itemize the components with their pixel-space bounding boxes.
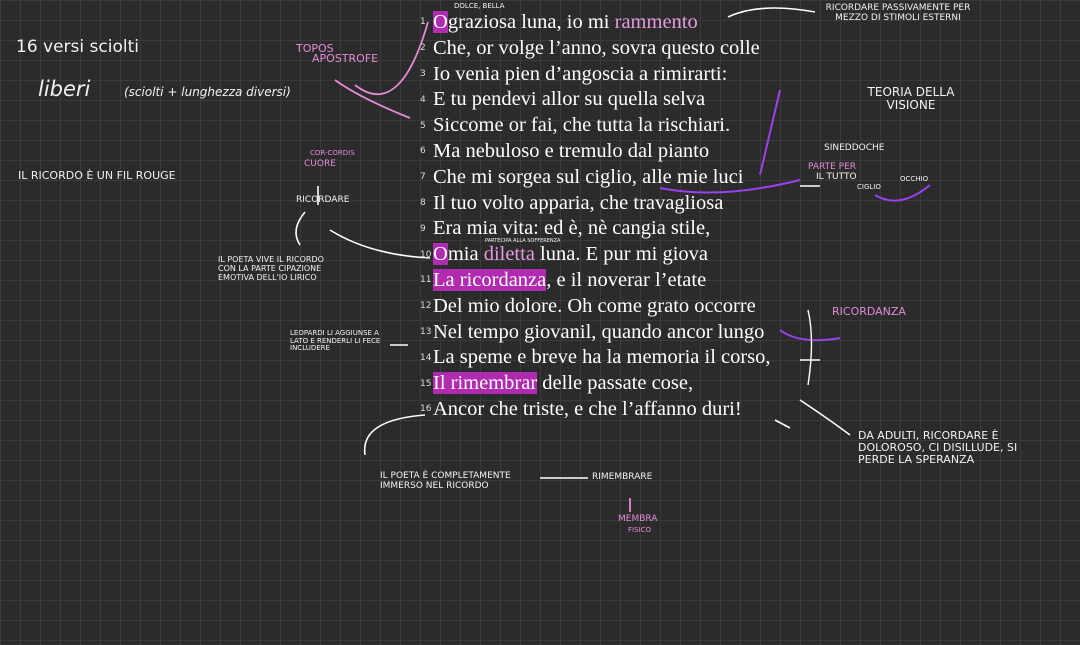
poem-line: 10Omia diletta luna. E pur mi giova [420, 242, 771, 268]
ciglio-note: CIGLIO [857, 183, 881, 191]
ricordare-note: RICORDARE [296, 195, 350, 205]
adulti-note: DA ADULTI, RICORDARE È DOLOROSO, CI DISI… [858, 429, 1018, 467]
poem-line: 6 Ma nebuloso e tremulo dal pianto [420, 139, 771, 165]
line-number: 5 [420, 120, 426, 131]
leopardi-note: LEOPARDI LI AGGIUNSE A LATO E RENDERLI L… [290, 329, 381, 353]
poem-text: 1 Ograziosa luna, io mi rammento 2 Che, or … [420, 10, 771, 423]
poem-line: 9 Era mia vita: ed è, nè cangia stile, [420, 216, 771, 242]
line-number: 14 [420, 352, 432, 363]
line-number: 6 [420, 146, 426, 157]
rimembrare-note: RIMEMBRARE [592, 472, 653, 482]
cor-cordis-note: COR-CORDIS [310, 149, 355, 157]
line-text: Il tuo volto apparia, che travagliosa [433, 191, 724, 214]
apostrofe-note: APOSTROFE [312, 52, 379, 65]
highlighted-text: O [433, 11, 448, 33]
poem-line: 4 E tu pendevi allor su quella selva [420, 87, 771, 113]
highlighted-text: La ricordanza [433, 268, 547, 291]
line-text: Io venia pien d’angoscia a rimirarti: [433, 62, 728, 85]
highlighted-text: diletta [483, 243, 535, 266]
line-text: graziosa luna, io mi [447, 11, 615, 33]
line-number: 10 [420, 249, 432, 260]
cuore-note: CUORE [304, 159, 336, 169]
line-text: Nel tempo giovanil, quando ancor lungo [433, 320, 765, 343]
line-number: 16 [420, 404, 432, 415]
occhio-note: OCCHIO [900, 175, 929, 183]
verse-count-note: 16 versi sciolti [16, 37, 139, 57]
highlighted-text: O [433, 243, 448, 266]
line-text: Ma nebuloso e tremulo dal pianto [433, 139, 710, 162]
poem-line: 12Del mio dolore. Oh come grato occorre [420, 294, 771, 320]
line-text: Siccome or fai, che tutta la rischiari. [433, 114, 731, 137]
line-number: 2 [420, 43, 426, 54]
ricordanza-note: RICORDANZA [832, 305, 906, 318]
poem-line: 16Ancor che triste, e che l’affanno duri… [420, 397, 771, 423]
liberi-note: liberi [38, 77, 91, 101]
membra-note: MEMBRA [618, 514, 658, 524]
line-number: 9 [420, 223, 426, 234]
poem-line: 11La ricordanza, e il noverar l’etate [420, 268, 771, 294]
line-number: 8 [420, 197, 426, 208]
line-text: La speme e breve ha la memoria il corso, [433, 346, 771, 369]
poem-line: 14La speme e breve ha la memoria il cors… [420, 345, 771, 371]
poem-line: 5 Siccome or fai, che tutta la rischiari. [420, 113, 771, 139]
line-text: Ancor che triste, e che l’affanno duri! [433, 397, 742, 420]
line-number: 15 [420, 378, 432, 389]
liberi-explanation: (sciolti + lunghezza diversi) [124, 85, 291, 99]
line-text: , e il noverar l’etate [546, 268, 707, 291]
ricordare-passivamente-note: RICORDARE PASSIVAMENTE PER MEZZO DI STIM… [825, 3, 971, 23]
poem-line: 3 Io venia pien d’angoscia a rimirarti: [420, 62, 771, 88]
teoria-visione-note: TEORIA DELLA VISIONE [867, 85, 955, 113]
line-text: mia [447, 243, 484, 266]
line-number: 7 [420, 172, 426, 183]
fil-rouge-note: IL RICORDO È UN FIL ROUGE [18, 169, 176, 182]
line-text: delle passate cose, [537, 372, 694, 395]
line-number: 13 [420, 326, 432, 337]
poeta-immerso-note: IL POETA È COMPLETAMENTE IMMERSO NEL RIC… [380, 471, 511, 491]
poeta-vive-note: IL POETA VIVE IL RICORDO CON LA PARTE CI… [218, 255, 324, 282]
line-number: 1 [420, 17, 426, 28]
poem-line: 15Il rimembrar delle passate cose, [420, 371, 771, 397]
line-text: E tu pendevi allor su quella selva [433, 88, 706, 111]
highlighted-text: rammento [614, 11, 698, 33]
line-text: luna. E pur mi giova [534, 243, 709, 266]
line-text: Era mia vita: ed è, nè cangia stile, [433, 217, 711, 240]
line-number: 11 [420, 275, 432, 286]
line-text: Che, or volge l’anno, sovra questo colle [433, 36, 760, 59]
line-text: Che mi sorgea sul ciglio, alle mie luci [433, 165, 744, 188]
line-number: 12 [420, 301, 432, 312]
sineddoche-note: SINEDDOCHE [824, 143, 885, 153]
poem-line: 8 Il tuo volto apparia, che travagliosa [420, 191, 771, 217]
poem-line: 2 Che, or volge l’anno, sovra questo coll… [420, 36, 771, 62]
line-number: 4 [420, 94, 426, 105]
poem-line: 13Nel tempo giovanil, quando ancor lungo [420, 320, 771, 346]
fisico-note: FISICO [628, 526, 651, 534]
il-tutto-note: IL TUTTO [816, 172, 857, 182]
line-text: Del mio dolore. Oh come grato occorre [433, 294, 756, 317]
poem-line: 7 Che mi sorgea sul ciglio, alle mie luci [420, 165, 771, 191]
poem-line: 1 Ograziosa luna, io mi rammento [420, 10, 771, 36]
line-number: 3 [420, 68, 426, 79]
highlighted-text: Il rimembrar [433, 372, 538, 395]
